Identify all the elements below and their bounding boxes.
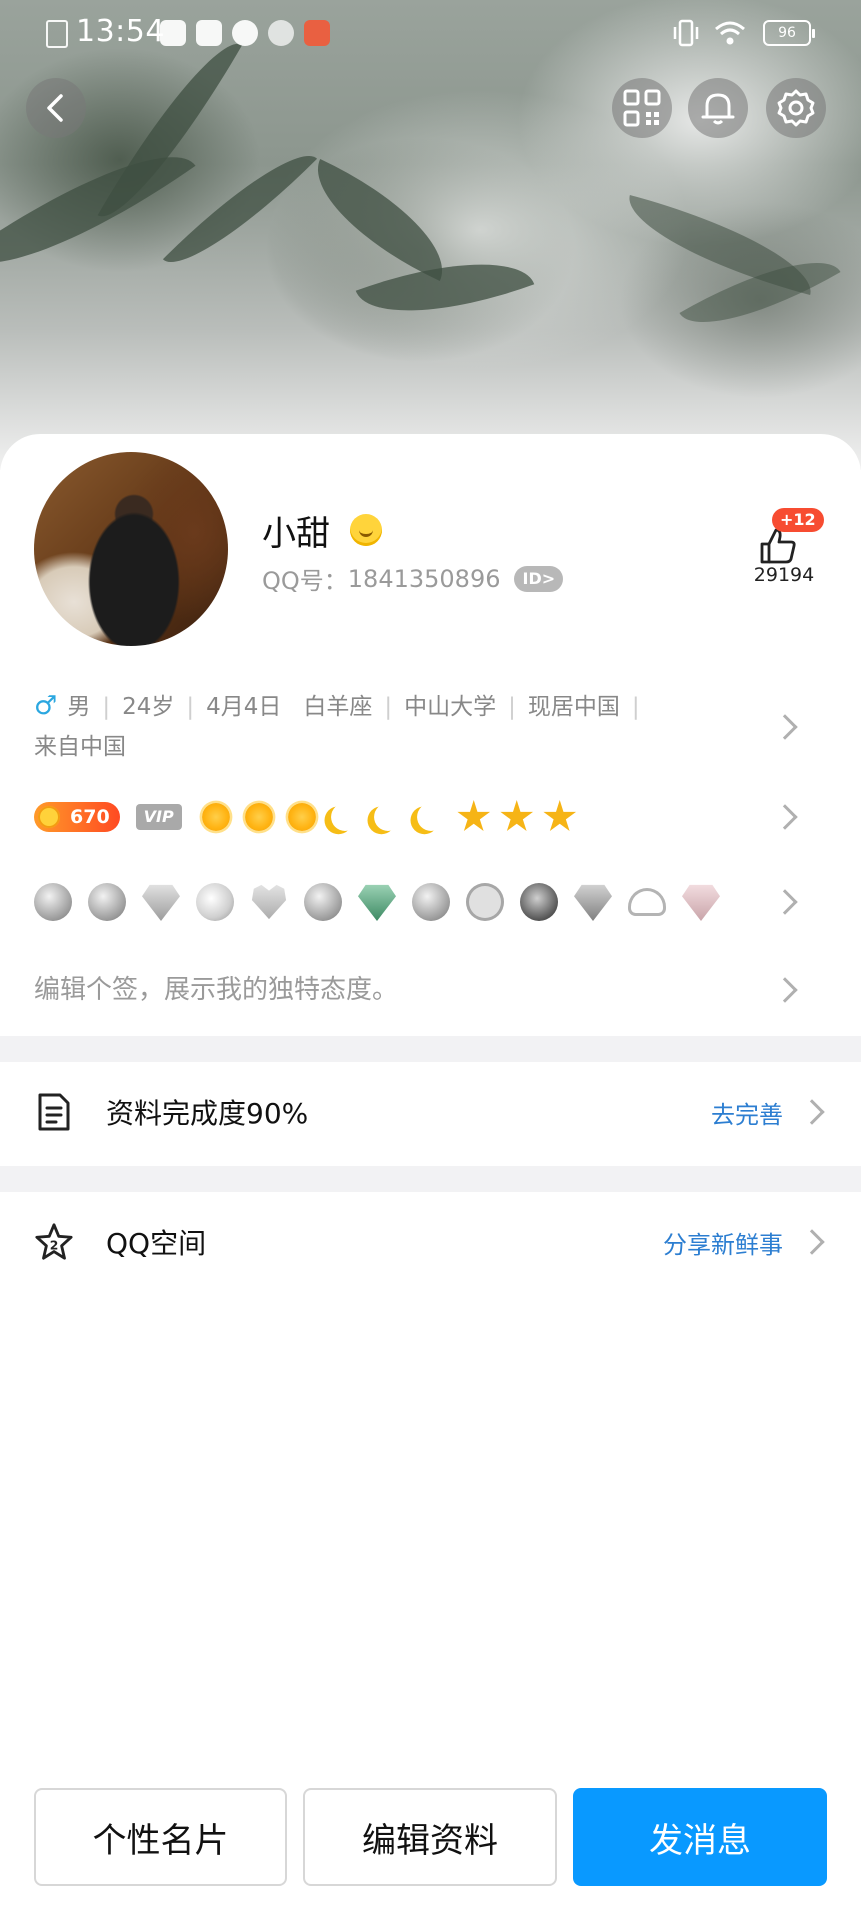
separator: |	[508, 694, 516, 720]
mountain-badge-icon	[304, 883, 342, 921]
id-badge[interactable]: ID>	[514, 565, 564, 592]
vip-badge: VIP	[135, 804, 182, 830]
play-badge-icon	[466, 883, 504, 921]
male-icon: ♂	[34, 691, 58, 721]
qq-number-line[interactable]: QQ号： 1841350896 ID>	[262, 561, 564, 596]
star-icon	[457, 800, 491, 831]
sim-icon	[46, 20, 68, 48]
profile-completion-row[interactable]: 资料完成度90% 去完善	[0, 1062, 861, 1162]
like-increment-badge: +12	[772, 508, 824, 532]
level-row[interactable]: 670 VIP	[34, 797, 834, 837]
sun-icon	[244, 803, 273, 831]
moon-icon	[374, 803, 402, 831]
grey-badge-icon	[34, 883, 72, 921]
avatar[interactable]	[34, 452, 228, 646]
cloud-badge-icon	[628, 888, 666, 916]
share-news-link[interactable]: 分享新鲜事	[663, 1225, 783, 1260]
settings-button[interactable]	[766, 78, 826, 138]
separator: |	[384, 694, 393, 720]
pink-diamond-badge-icon	[682, 884, 720, 921]
heart-badge-icon	[251, 884, 287, 920]
qr-code-icon	[623, 89, 661, 127]
video-app-icon	[232, 20, 258, 46]
smiley-status-icon[interactable]	[350, 514, 382, 546]
chevron-left-icon	[47, 94, 63, 122]
mail-icon	[196, 20, 222, 46]
mail-icon	[160, 20, 186, 46]
chevron-right-icon	[799, 1229, 825, 1255]
star-icon	[543, 800, 577, 831]
bomb-badge-icon	[196, 883, 234, 921]
browser-icon	[268, 20, 294, 46]
notification-button[interactable]	[688, 78, 748, 138]
gear-icon	[777, 89, 815, 127]
moon-icon	[417, 803, 445, 831]
mountain-badge-icon	[412, 883, 450, 921]
separator: |	[186, 694, 195, 720]
qq-label: QQ号：	[262, 567, 348, 595]
sun-icon	[287, 803, 316, 831]
chevron-right-icon	[772, 714, 798, 740]
edit-profile-button[interactable]: 编辑资料	[303, 1788, 557, 1886]
leaf-decoration	[162, 131, 318, 287]
chevron-right-icon	[772, 977, 798, 1003]
leaf-decoration	[294, 159, 466, 281]
battery-indicator: 96	[763, 20, 815, 46]
star-icon: 2	[34, 1222, 74, 1262]
wifi-icon	[715, 21, 745, 45]
sun-icon	[201, 803, 230, 831]
completion-label: 资料完成度90%	[106, 1097, 309, 1130]
back-button[interactable]	[26, 78, 86, 138]
document-icon	[34, 1092, 74, 1132]
qzone-row[interactable]: 2 QQ空间 分享新鲜事	[0, 1192, 861, 1292]
gender: 男	[67, 694, 91, 720]
send-message-button[interactable]: 发消息	[573, 1788, 827, 1886]
separator: |	[631, 694, 640, 720]
svg-text:2: 2	[50, 1239, 59, 1253]
hometown: 来自中国	[34, 734, 126, 760]
moon-icon	[331, 803, 359, 831]
section-divider	[0, 1166, 861, 1192]
chevron-right-icon	[772, 889, 798, 915]
school: 中山大学	[404, 694, 497, 720]
penguin-badge-icon	[88, 883, 126, 921]
coin-icon	[38, 806, 60, 828]
like-count: 29194	[753, 564, 815, 586]
residence: 现居中国	[527, 694, 620, 720]
profile-card-button[interactable]: 个性名片	[34, 1788, 287, 1886]
green-diamond-badge-icon	[358, 884, 396, 921]
like-button[interactable]: +12 29194	[742, 506, 826, 590]
coin-value: 670	[70, 806, 110, 828]
chevron-right-icon	[772, 804, 798, 830]
game-app-icon	[304, 20, 330, 46]
nickname: 小甜	[262, 514, 330, 554]
chevron-right-icon	[799, 1099, 825, 1125]
age: 24岁	[122, 694, 175, 720]
cover-image[interactable]	[0, 0, 861, 470]
birthday: 4月4日	[206, 694, 282, 720]
badges-row[interactable]	[34, 878, 834, 926]
bell-icon	[701, 93, 735, 125]
status-time: 13:54	[76, 14, 165, 49]
star-icon	[500, 800, 534, 831]
separator: |	[102, 694, 111, 720]
signature-row[interactable]: 编辑个签，展示我的独特态度。	[34, 970, 834, 1010]
coin-badge: 670	[34, 802, 120, 832]
vibrate-icon	[673, 19, 699, 47]
basic-info-row[interactable]: ♂ 男 | 24岁 | 4月4日 白羊座 | 中山大学 | 现居中国 | 来自中国	[34, 686, 834, 767]
zodiac: 白羊座	[303, 694, 373, 720]
section-divider	[0, 1036, 861, 1062]
qzone-label: QQ空间	[106, 1227, 207, 1260]
penguin-king-badge-icon	[520, 883, 558, 921]
complete-profile-link[interactable]: 去完善	[711, 1095, 783, 1130]
qr-code-button[interactable]	[612, 78, 672, 138]
qq-number: 1841350896	[347, 564, 501, 593]
signature-placeholder: 编辑个签，展示我的独特态度。	[34, 975, 399, 1005]
grey-diamond-badge-icon	[574, 884, 612, 921]
diamond-badge-icon	[142, 884, 180, 921]
status-bar: 13:54 96	[0, 0, 861, 66]
